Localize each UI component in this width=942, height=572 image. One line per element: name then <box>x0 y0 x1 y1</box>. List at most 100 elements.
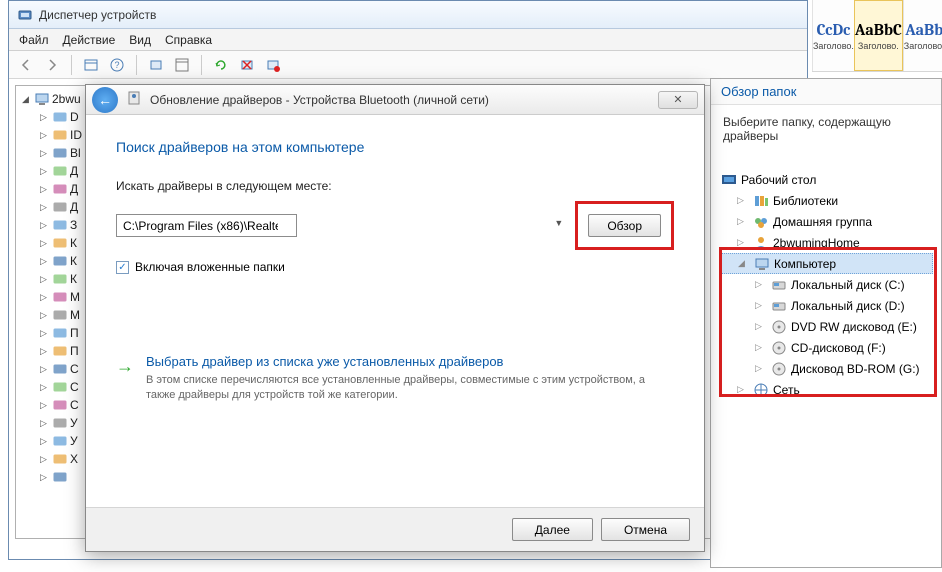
style-caption: Заголово. <box>904 41 942 51</box>
tree-item-label: ID <box>70 128 82 142</box>
ftree-drive[interactable]: ▷ Локальный диск (D:) <box>719 295 933 316</box>
expand-icon[interactable]: ▷ <box>40 472 50 483</box>
cancel-button[interactable]: Отмена <box>601 518 690 541</box>
tree-item-label: З <box>70 218 77 232</box>
style-cell[interactable]: CcDc Заголово. <box>812 0 854 71</box>
expand-icon[interactable]: ▷ <box>40 112 50 123</box>
expand-icon[interactable]: ▷ <box>40 256 50 267</box>
expand-icon[interactable]: ▷ <box>40 238 50 249</box>
disc-icon <box>771 340 787 356</box>
expand-icon[interactable]: ▷ <box>755 279 767 290</box>
category-icon <box>52 289 68 305</box>
dialog-heading: Поиск драйверов на этом компьютере <box>116 139 674 155</box>
ftree-drive[interactable]: ▷ Дисковод BD-ROM (G:) <box>719 358 933 379</box>
expand-icon[interactable]: ▷ <box>40 310 50 321</box>
ftree-user[interactable]: ▷ 2bwumingHome <box>719 232 933 253</box>
tree-item-label: Д <box>70 164 78 178</box>
expand-icon[interactable]: ▷ <box>40 400 50 411</box>
ftree-homegroup-label: Домашняя группа <box>773 215 872 229</box>
folder-browse-panel: Обзор папок Выберите папку, содержащую д… <box>710 78 942 568</box>
search-location-label: Искать драйверы в следующем месте: <box>116 179 674 193</box>
menubar: Файл Действие Вид Справка <box>9 29 807 51</box>
style-cell[interactable]: AaBbC Заголово. <box>854 0 903 71</box>
toolbar-scan[interactable] <box>145 54 167 76</box>
expand-icon[interactable]: ▷ <box>40 166 50 177</box>
tree-item-label: С <box>70 380 79 394</box>
expand-icon[interactable]: ▷ <box>40 130 50 141</box>
ftree-drive[interactable]: ▷ Локальный диск (C:) <box>719 274 933 295</box>
close-button[interactable]: ✕ <box>658 91 698 109</box>
expand-icon[interactable]: ▷ <box>755 342 767 353</box>
expand-icon[interactable]: ▷ <box>737 216 749 227</box>
driver-update-dialog: ← Обновление драйверов - Устройства Blue… <box>85 84 705 552</box>
dialog-titlebar[interactable]: ← Обновление драйверов - Устройства Blue… <box>86 85 704 115</box>
toolbar-show-hidden[interactable] <box>80 54 102 76</box>
toolbar-uninstall[interactable] <box>236 54 258 76</box>
expand-icon[interactable]: ▷ <box>737 237 749 248</box>
expand-icon[interactable]: ▷ <box>40 454 50 465</box>
collapse-icon[interactable]: ◢ <box>738 258 750 269</box>
expand-icon[interactable]: ▷ <box>40 382 50 393</box>
next-button[interactable]: Далее <box>512 518 593 541</box>
expand-icon[interactable]: ▷ <box>40 292 50 303</box>
divider <box>201 55 202 75</box>
toolbar-update-driver[interactable] <box>210 54 232 76</box>
category-icon <box>52 343 68 359</box>
include-subfolders-row[interactable]: ✓ Включая вложенные папки <box>116 260 674 274</box>
expand-icon[interactable]: ▷ <box>40 148 50 159</box>
back-button[interactable]: ← <box>92 87 118 113</box>
choose-from-list-title: Выбрать драйвер из списка уже установлен… <box>146 354 654 369</box>
style-cell[interactable]: AaBb Заголово. <box>903 0 942 71</box>
dropdown-icon[interactable]: ▼ <box>554 218 563 228</box>
expand-icon[interactable]: ▷ <box>737 384 749 395</box>
browse-button[interactable]: Обзор <box>588 214 661 237</box>
ftree-network[interactable]: ▷ Сеть <box>719 379 933 400</box>
expand-icon[interactable]: ▷ <box>755 363 767 374</box>
toolbar-back[interactable] <box>15 54 37 76</box>
dialog-body: Поиск драйверов на этом компьютере Искат… <box>86 115 704 414</box>
ftree-computer[interactable]: ◢ Компьютер <box>719 253 933 274</box>
expand-icon[interactable]: ▷ <box>755 321 767 332</box>
category-icon <box>52 433 68 449</box>
tree-item-label: Х <box>70 452 78 466</box>
menu-action[interactable]: Действие <box>63 33 116 47</box>
driver-path-input[interactable] <box>116 214 297 237</box>
titlebar[interactable]: Диспетчер устройств <box>9 1 807 29</box>
expand-icon[interactable]: ▷ <box>40 220 50 231</box>
tree-item-label: С <box>70 362 79 376</box>
expand-icon[interactable]: ▷ <box>40 364 50 375</box>
ftree-drive[interactable]: ▷ DVD RW дисковод (E:) <box>719 316 933 337</box>
ftree-homegroup[interactable]: ▷ Домашняя группа <box>719 211 933 232</box>
expand-icon[interactable]: ▷ <box>40 274 50 285</box>
collapse-icon[interactable]: ◢ <box>22 94 32 105</box>
ftree-desktop[interactable]: Рабочий стол <box>719 169 933 190</box>
expand-icon[interactable]: ▷ <box>40 328 50 339</box>
ftree-libraries[interactable]: ▷ Библиотеки <box>719 190 933 211</box>
expand-icon[interactable]: ▷ <box>40 346 50 357</box>
expand-icon[interactable]: ▷ <box>737 195 749 206</box>
include-subfolders-label: Включая вложенные папки <box>135 260 285 274</box>
tree-item-label: М <box>70 308 80 322</box>
category-icon <box>52 271 68 287</box>
category-icon <box>52 307 68 323</box>
homegroup-icon <box>753 214 769 230</box>
toolbar-disable[interactable] <box>262 54 284 76</box>
expand-icon[interactable]: ▷ <box>755 300 767 311</box>
style-sample: AaBb <box>905 21 942 39</box>
checkbox-checked-icon[interactable]: ✓ <box>116 261 129 274</box>
category-icon <box>52 109 68 125</box>
expand-icon[interactable]: ▷ <box>40 418 50 429</box>
expand-icon[interactable]: ▷ <box>40 202 50 213</box>
expand-icon[interactable]: ▷ <box>40 436 50 447</box>
tree-item-label: У <box>70 416 78 430</box>
folder-tree: Рабочий стол ▷ Библиотеки ▷ Домашняя гру… <box>719 169 933 400</box>
toolbar-properties[interactable] <box>171 54 193 76</box>
menu-help[interactable]: Справка <box>165 33 212 47</box>
toolbar-forward[interactable] <box>41 54 63 76</box>
ftree-drive[interactable]: ▷ CD-дисковод (F:) <box>719 337 933 358</box>
expand-icon[interactable]: ▷ <box>40 184 50 195</box>
menu-view[interactable]: Вид <box>129 33 151 47</box>
choose-from-list-block[interactable]: → Выбрать драйвер из списка уже установл… <box>116 354 674 404</box>
toolbar-help-icon[interactable]: ? <box>106 54 128 76</box>
menu-file[interactable]: Файл <box>19 33 49 47</box>
